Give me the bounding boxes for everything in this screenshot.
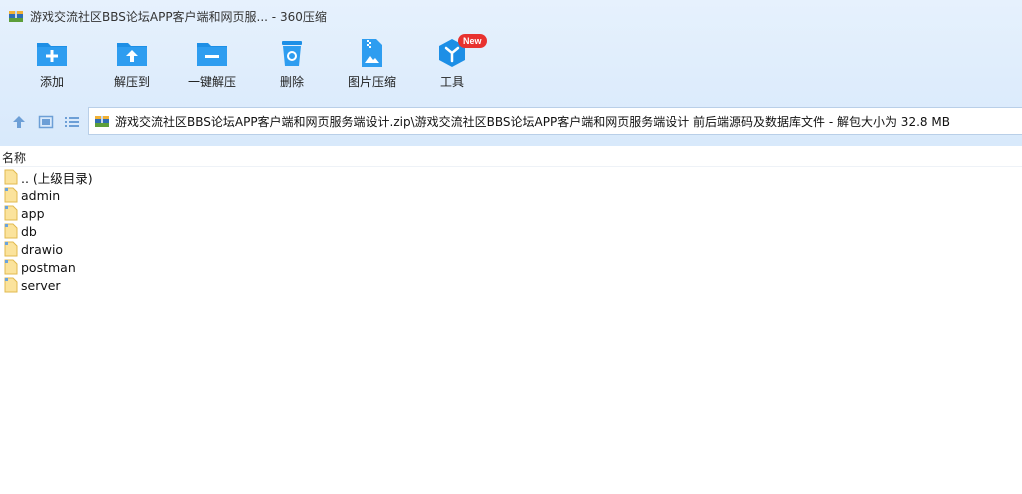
archive-icon: [9, 11, 23, 22]
file-name: .. (上级目录): [21, 170, 93, 186]
file-name: drawio: [21, 241, 64, 257]
file-name: app: [21, 205, 45, 221]
folder-icon: [4, 277, 18, 293]
list-item[interactable]: server: [0, 276, 300, 294]
add-button[interactable]: 添加: [12, 38, 92, 98]
list-item[interactable]: db: [0, 222, 300, 240]
folder-icon: [4, 241, 18, 257]
tools-label: 工具: [439, 75, 464, 89]
list-item[interactable]: postman: [0, 258, 300, 276]
folder-icon: [4, 259, 18, 275]
one-click-extract-label: 一键解压: [187, 75, 236, 89]
file-name: admin: [21, 187, 61, 203]
navigation-bar: 游戏交流社区BBS论坛APP客户端和网页服务端设计.zip\游戏交流社区BBS论…: [0, 106, 1022, 138]
add-folder-icon: [37, 43, 67, 66]
image-compress-button[interactable]: 图片压缩: [332, 38, 412, 98]
thumbnail-view-icon[interactable]: [38, 114, 54, 130]
file-name: postman: [21, 259, 76, 275]
window-title: 游戏交流社区BBS论坛APP客户端和网页服... - 360压缩: [30, 9, 327, 24]
delete-button[interactable]: 删除: [252, 38, 332, 98]
list-item-parent[interactable]: .. (上级目录): [0, 168, 300, 186]
extract-to-button[interactable]: 解压到: [92, 38, 172, 98]
name-column-header[interactable]: 名称: [2, 149, 26, 166]
one-click-extract-button[interactable]: 一键解压: [172, 38, 252, 98]
extract-folder-icon: [117, 43, 147, 66]
extract-to-label: 解压到: [113, 75, 150, 89]
list-item[interactable]: drawio: [0, 240, 300, 258]
image-compress-icon: [362, 39, 382, 67]
delete-label: 删除: [279, 75, 304, 89]
add-label: 添加: [39, 75, 64, 89]
tools-button[interactable]: New 工具: [412, 34, 492, 98]
column-header: 名称: [0, 146, 1022, 167]
path-text: 游戏交流社区BBS论坛APP客户端和网页服务端设计.zip\游戏交流社区BBS论…: [115, 114, 950, 129]
toolbar: 添加 解压到 一键解压 删除 图片压缩 New 工具: [0, 34, 1022, 98]
path-bar[interactable]: 游戏交流社区BBS论坛APP客户端和网页服务端设计.zip\游戏交流社区BBS论…: [88, 107, 1022, 135]
window-chrome: 游戏交流社区BBS论坛APP客户端和网页服... - 360压缩 添加 解压到: [0, 0, 1022, 146]
list-item[interactable]: app: [0, 204, 300, 222]
title-bar: 游戏交流社区BBS论坛APP客户端和网页服... - 360压缩: [0, 0, 1022, 32]
folder-icon: [4, 205, 18, 221]
file-name: server: [21, 277, 61, 293]
image-compress-label: 图片压缩: [347, 75, 396, 89]
folder-icon: [4, 187, 18, 203]
up-arrow-icon[interactable]: [11, 114, 27, 130]
list-view-icon[interactable]: [64, 114, 80, 130]
folder-icon: [4, 223, 18, 239]
file-name: db: [21, 223, 37, 239]
trash-icon: [282, 41, 302, 66]
one-click-folder-icon: [197, 43, 227, 66]
folder-icon: [4, 169, 18, 185]
list-item[interactable]: admin: [0, 186, 300, 204]
new-badge: New: [458, 34, 487, 48]
archive-icon: [95, 116, 109, 127]
